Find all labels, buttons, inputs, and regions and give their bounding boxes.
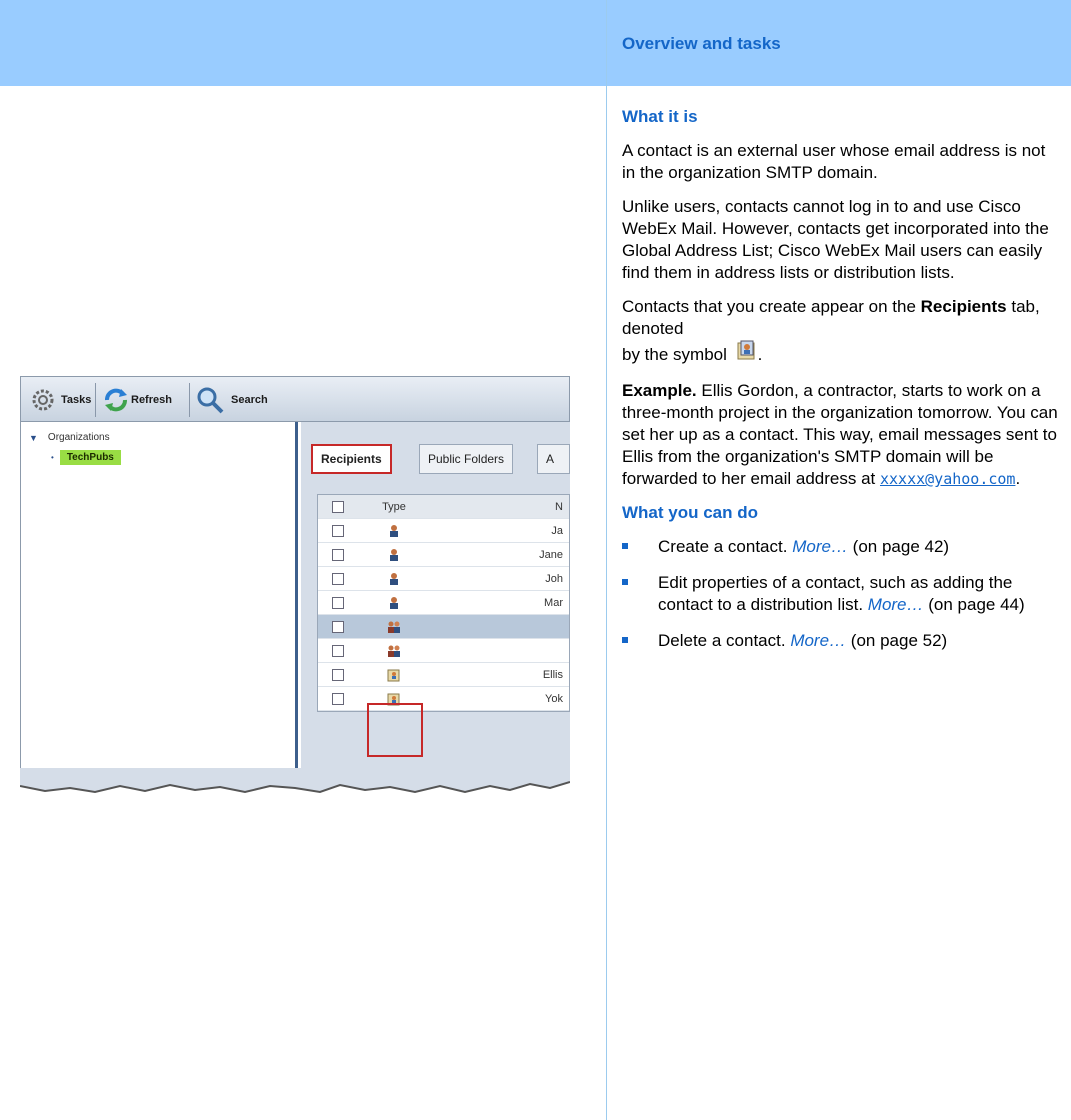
toolbar: Tasks Refresh Search (20, 376, 570, 422)
tree-bullet-icon: • (51, 453, 54, 462)
page-ref: (on page 44) (928, 595, 1025, 614)
search-button[interactable]: Search (195, 385, 268, 415)
expand-arrow-icon: ▼ (29, 432, 38, 443)
example-paragraph: Example. Ellis Gordon, a contractor, sta… (622, 381, 1058, 488)
more-link[interactable]: More… (790, 631, 846, 650)
intro-paragraph: A contact is an external user whose emai… (622, 141, 1046, 182)
table-row[interactable]: Ellis (318, 663, 569, 687)
contact-symbol-icon (736, 340, 758, 368)
page-ref: (on page 52) (850, 631, 948, 650)
row-name: Ja (551, 524, 563, 537)
user-icon (364, 596, 424, 610)
name-column-header[interactable]: N (424, 501, 569, 513)
type-column-header[interactable]: Type (364, 501, 424, 513)
row-checkbox[interactable] (332, 692, 344, 705)
tab-a[interactable]: A (537, 444, 570, 474)
table-header: Type N (318, 495, 569, 519)
content-column: What it is A contact is an external user… (622, 106, 1062, 666)
contact-icon (364, 668, 424, 682)
row-checkbox[interactable] (332, 620, 344, 633)
screenshot-figure: Tasks Refresh Search ▼ Organizations • T… (20, 376, 570, 802)
tasks-label: Tasks (61, 394, 92, 406)
bullet-icon (622, 543, 628, 549)
highlight-box (367, 703, 423, 757)
task-text: Create a contact. (658, 537, 788, 556)
contacts-paragraph: Unlike users, contacts cannot log in to … (622, 197, 1049, 282)
row-checkbox[interactable] (332, 668, 344, 681)
bullet-icon (622, 637, 628, 643)
table-row[interactable]: Yok (318, 687, 569, 711)
header-band (0, 0, 1071, 86)
row-name: Jane (539, 548, 563, 561)
group-icon (364, 644, 424, 658)
gear-icon (32, 389, 54, 411)
task-text: Delete a contact. (658, 631, 786, 650)
row-name: Yok (545, 692, 563, 705)
bullet-icon (622, 579, 628, 585)
row-checkbox[interactable] (332, 524, 344, 537)
select-all-checkbox[interactable] (332, 500, 344, 513)
table-row[interactable]: Ja (318, 519, 569, 543)
row-checkbox[interactable] (332, 548, 344, 561)
what-it-is-heading: What it is (622, 107, 698, 126)
symbol-text: by the symbol (622, 345, 727, 364)
refresh-button[interactable]: Refresh (101, 385, 172, 415)
table-row[interactable] (318, 615, 569, 639)
row-checkbox[interactable] (332, 644, 344, 657)
tree-child-label: TechPubs (59, 450, 121, 465)
table-row[interactable]: Joh (318, 567, 569, 591)
user-icon (364, 548, 424, 562)
recipients-table: Type N Ja Jane Joh Mar Ellis Yok (317, 494, 570, 712)
what-you-can-do-heading: What you can do (622, 503, 758, 522)
row-name: Mar (544, 596, 563, 609)
email-link[interactable]: xxxxx@yahoo.com (880, 470, 1015, 488)
column-divider (606, 0, 607, 1120)
row-name: Ellis (542, 668, 563, 681)
tab-public-folders[interactable]: Public Folders (419, 444, 514, 474)
recipients-paragraph: Contacts that you create appear on the R… (622, 296, 1062, 368)
search-label: Search (231, 394, 268, 406)
tree-panel: ▼ Organizations • TechPubs (20, 422, 298, 782)
recipients-panel: Recipients Public Folders A Type N Ja Jan… (301, 422, 570, 782)
table-row[interactable]: Jane (318, 543, 569, 567)
more-link[interactable]: More… (792, 537, 848, 556)
recipients-text-before: Contacts that you create appear on the (622, 297, 916, 316)
toolbar-separator (189, 383, 190, 417)
user-icon (364, 524, 424, 538)
page-ref: (on page 42) (852, 537, 950, 556)
user-icon (364, 572, 424, 586)
tab-recipients[interactable]: Recipients (311, 444, 392, 474)
table-row[interactable]: Mar (318, 591, 569, 615)
more-link[interactable]: More… (868, 595, 924, 614)
row-checkbox[interactable] (332, 572, 344, 585)
group-icon (364, 620, 424, 634)
row-checkbox[interactable] (332, 596, 344, 609)
refresh-icon (105, 388, 127, 412)
row-name: Joh (545, 572, 563, 585)
toolbar-separator (95, 383, 96, 417)
refresh-label: Refresh (131, 394, 172, 406)
table-row[interactable] (318, 639, 569, 663)
list-item: Delete a contact. More… (on page 52) (622, 630, 1062, 652)
tree-node-organizations[interactable]: ▼ Organizations (29, 432, 110, 443)
list-item: Edit properties of a contact, such as ad… (622, 572, 1062, 616)
section-title: Overview and tasks (622, 34, 781, 53)
search-icon (197, 387, 224, 414)
torn-edge-bottom (20, 768, 570, 794)
example-label: Example. (622, 381, 697, 400)
list-item: Create a contact. More… (on page 42) (622, 536, 1062, 558)
tasks-button[interactable]: Tasks (29, 385, 91, 415)
recipients-tab-name: Recipients (920, 297, 1007, 316)
tree-node-techpubs[interactable]: • TechPubs (51, 450, 121, 465)
task-list: Create a contact. More… (on page 42) Edi… (622, 536, 1062, 652)
tree-root-label: Organizations (47, 432, 110, 443)
